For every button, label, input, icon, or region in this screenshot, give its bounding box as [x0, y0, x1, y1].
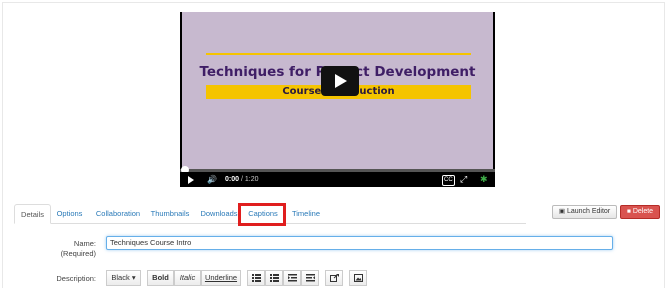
play-overlay-button[interactable] [321, 66, 359, 96]
indent-button[interactable] [301, 270, 319, 286]
volume-icon[interactable]: 🔊 [207, 175, 217, 184]
tab-details[interactable]: Details [14, 204, 51, 224]
delete-label: Delete [632, 208, 654, 215]
name-label: Name: [73, 239, 96, 248]
video-player[interactable]: Techniques for Project Development Cours… [180, 12, 495, 187]
launch-editor-button[interactable]: ▣ Launch Editor [552, 205, 617, 219]
text-color-dropdown[interactable]: Black ▾ [106, 270, 141, 286]
tab-downloads[interactable]: Downloads [198, 204, 240, 224]
bullet-list-button[interactable] [247, 270, 265, 286]
tab-timeline[interactable]: Timeline [287, 204, 325, 224]
tab-thumbnails[interactable]: Thumbnails [149, 204, 191, 224]
play-icon[interactable] [188, 176, 194, 184]
trash-icon: ■ [626, 208, 631, 215]
video-controls: 🔊 0:00 / 1:20 CC ⤢ ✱ [180, 172, 495, 187]
description-label: Description: [56, 274, 96, 283]
fullscreen-icon[interactable]: ⤢ [460, 175, 467, 184]
editor-icon: ▣ [558, 208, 565, 215]
link-icon [329, 274, 339, 282]
name-required-label: (Required) [60, 249, 96, 258]
duration: / 1:20 [241, 176, 259, 183]
captions-icon[interactable]: CC [442, 175, 455, 186]
tab-collaboration[interactable]: Collaboration [89, 204, 147, 224]
name-label-group: Name: (Required) [40, 239, 96, 259]
numbered-list-icon [269, 274, 279, 282]
image-icon [353, 274, 363, 282]
brand-logo-icon[interactable]: ✱ [480, 175, 488, 184]
outdent-icon [287, 274, 297, 282]
numbered-list-button[interactable] [265, 270, 283, 286]
italic-button[interactable]: Italic [174, 270, 201, 286]
slide-accent-line [206, 53, 471, 55]
video-frame: Techniques for Project Development Cours… [182, 12, 493, 169]
image-button[interactable] [349, 270, 367, 286]
bullet-list-icon [251, 274, 261, 282]
captions-highlight-box [238, 203, 286, 226]
underline-button[interactable]: Underline [201, 270, 241, 286]
bold-button[interactable]: Bold [147, 270, 174, 286]
text-color-label: Black [111, 273, 130, 282]
indent-icon [305, 274, 315, 282]
tab-options[interactable]: Options [52, 204, 87, 224]
delete-button[interactable]: ■ Delete [620, 205, 660, 219]
outdent-button[interactable] [283, 270, 301, 286]
launch-editor-label: Launch Editor [566, 208, 611, 215]
name-input[interactable]: Techniques Course Intro [106, 236, 613, 250]
link-button[interactable] [325, 270, 343, 286]
current-time: 0:00 [225, 176, 240, 183]
